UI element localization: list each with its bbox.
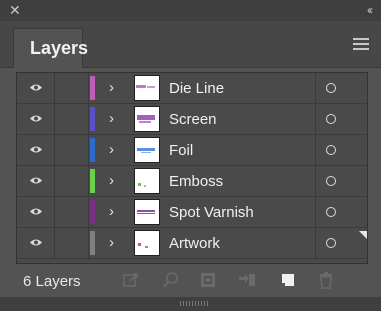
chevron-right-icon[interactable]: › bbox=[109, 203, 114, 220]
layer-thumbnail bbox=[134, 106, 160, 132]
eye-icon bbox=[30, 239, 42, 246]
collapse-icon[interactable]: ‹‹ bbox=[367, 2, 373, 18]
layer-color-bar bbox=[90, 200, 95, 224]
target-circle-icon bbox=[326, 114, 336, 124]
visibility-toggle[interactable] bbox=[17, 228, 55, 258]
clipping-mask-icon[interactable] bbox=[199, 271, 217, 289]
target-cell[interactable] bbox=[315, 197, 367, 227]
new-layer-icon[interactable] bbox=[279, 271, 297, 289]
target-cell[interactable] bbox=[315, 166, 367, 196]
export-icon[interactable] bbox=[122, 271, 140, 289]
visibility-toggle[interactable] bbox=[17, 73, 55, 103]
tab-layers[interactable]: Layers bbox=[13, 28, 88, 68]
target-cell[interactable] bbox=[315, 73, 367, 103]
lock-toggle[interactable] bbox=[55, 104, 89, 134]
visibility-toggle[interactable] bbox=[17, 104, 55, 134]
lock-toggle[interactable] bbox=[55, 197, 89, 227]
layer-color-bar bbox=[90, 138, 95, 162]
layer-count: 6 Layers bbox=[23, 273, 81, 290]
layer-color-bar bbox=[90, 231, 95, 255]
tab-bar: Layers bbox=[0, 21, 381, 68]
layer-thumbnail bbox=[134, 199, 160, 225]
eye-icon bbox=[30, 84, 42, 91]
move-to-layer-icon[interactable] bbox=[238, 271, 256, 289]
layer-name[interactable]: Foil bbox=[169, 142, 193, 159]
target-circle-icon bbox=[326, 145, 336, 155]
layer-name[interactable]: Emboss bbox=[169, 173, 223, 190]
panel-menu-icon[interactable] bbox=[353, 38, 369, 50]
eye-icon bbox=[30, 115, 42, 122]
layer-row[interactable]: › Foil bbox=[17, 135, 367, 166]
layer-thumbnail bbox=[134, 75, 160, 101]
target-circle-icon bbox=[326, 207, 336, 217]
layer-name[interactable]: Die Line bbox=[169, 80, 224, 97]
eye-icon bbox=[30, 146, 42, 153]
target-cell[interactable] bbox=[315, 104, 367, 134]
lock-toggle[interactable] bbox=[55, 73, 89, 103]
chevron-right-icon[interactable]: › bbox=[109, 172, 114, 189]
layer-color-bar bbox=[90, 169, 95, 193]
visibility-toggle[interactable] bbox=[17, 197, 55, 227]
resize-grip[interactable] bbox=[180, 301, 208, 306]
search-icon[interactable] bbox=[162, 271, 180, 289]
layer-thumbnail bbox=[134, 168, 160, 194]
layer-name[interactable]: Spot Varnish bbox=[169, 204, 254, 221]
target-circle-icon bbox=[326, 238, 336, 248]
panel-bottom-bar bbox=[0, 297, 381, 311]
close-icon[interactable]: ✕ bbox=[9, 2, 21, 18]
layer-row[interactable]: › Emboss bbox=[17, 166, 367, 197]
eye-icon bbox=[30, 208, 42, 215]
layer-thumbnail bbox=[134, 230, 160, 256]
layer-name[interactable]: Artwork bbox=[169, 235, 220, 252]
target-cell[interactable] bbox=[315, 135, 367, 165]
layer-color-bar bbox=[90, 107, 95, 131]
visibility-toggle[interactable] bbox=[17, 135, 55, 165]
layer-color-bar bbox=[90, 76, 95, 100]
target-circle-icon bbox=[326, 176, 336, 186]
layer-thumbnail bbox=[134, 137, 160, 163]
panel-footer: 6 Layers bbox=[0, 263, 381, 297]
layer-row[interactable]: › Die Line bbox=[17, 73, 367, 104]
trash-icon[interactable] bbox=[317, 271, 335, 289]
target-circle-icon bbox=[326, 83, 336, 93]
layer-row[interactable]: › Spot Varnish bbox=[17, 197, 367, 228]
selection-indicator bbox=[359, 231, 367, 239]
chevron-right-icon[interactable]: › bbox=[109, 234, 114, 251]
visibility-toggle[interactable] bbox=[17, 166, 55, 196]
layer-row[interactable]: › Artwork bbox=[17, 228, 367, 259]
lock-toggle[interactable] bbox=[55, 166, 89, 196]
lock-toggle[interactable] bbox=[55, 228, 89, 258]
tab-label: Layers bbox=[30, 38, 89, 58]
lock-toggle[interactable] bbox=[55, 135, 89, 165]
chevron-right-icon[interactable]: › bbox=[109, 141, 114, 158]
eye-icon bbox=[30, 177, 42, 184]
chevron-right-icon[interactable]: › bbox=[109, 110, 114, 127]
panel-titlebar: ✕ ‹‹ bbox=[0, 0, 381, 21]
layer-name[interactable]: Screen bbox=[169, 111, 217, 128]
layer-list: › Die Line › Screen › Foil › Emboss › Sp… bbox=[16, 72, 368, 264]
chevron-right-icon[interactable]: › bbox=[109, 79, 114, 96]
layer-row[interactable]: › Screen bbox=[17, 104, 367, 135]
